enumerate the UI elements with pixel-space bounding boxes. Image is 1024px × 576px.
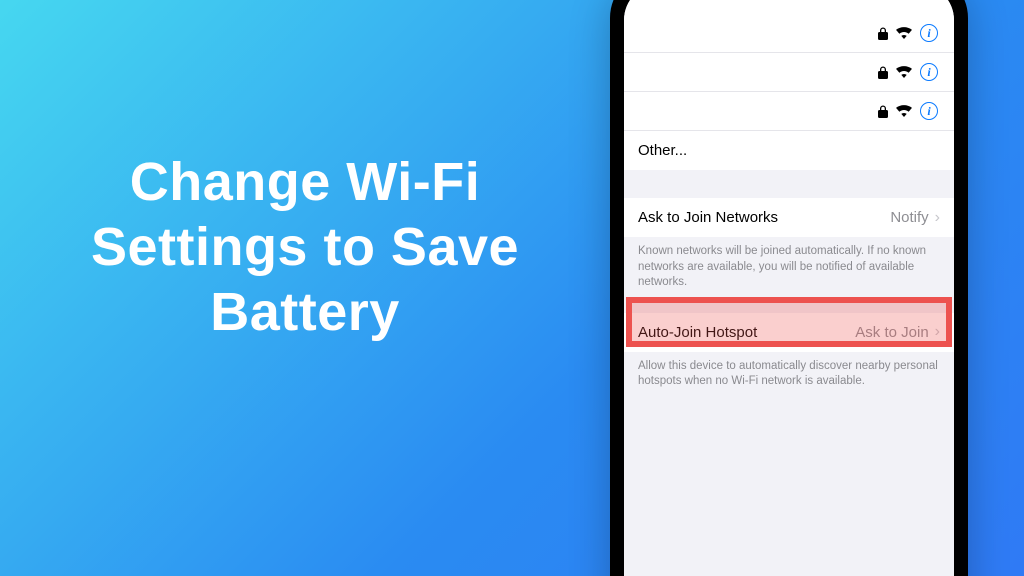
other-label: Other... (638, 142, 940, 159)
info-icon[interactable]: i (920, 102, 938, 120)
auto-hotspot-row[interactable]: Auto-Join Hotspot Ask to Join › (624, 313, 954, 352)
network-icons: i (878, 24, 940, 42)
ask-join-section: Ask to Join Networks Notify › (624, 198, 954, 237)
lock-icon (878, 105, 888, 118)
lock-icon (878, 66, 888, 79)
canvas: Change Wi-Fi Settings to Save Battery i (0, 0, 1024, 576)
other-network-row[interactable]: Other... (624, 130, 954, 170)
lock-icon (878, 27, 888, 40)
wifi-icon (896, 66, 912, 78)
auto-hotspot-section: Auto-Join Hotspot Ask to Join › (624, 313, 954, 352)
network-row[interactable]: i (624, 14, 954, 52)
network-row[interactable]: i (624, 52, 954, 91)
section-spacer (624, 170, 954, 198)
section-spacer (624, 301, 954, 313)
headline-text: Change Wi-Fi Settings to Save Battery (40, 150, 570, 344)
auto-hotspot-footer: Allow this device to automatically disco… (624, 352, 954, 400)
ask-join-value: Notify (890, 209, 928, 226)
network-row[interactable]: i (624, 91, 954, 130)
network-list-section: i i (624, 0, 954, 170)
info-icon[interactable]: i (920, 63, 938, 81)
chevron-right-icon: › (935, 324, 940, 340)
info-icon[interactable]: i (920, 24, 938, 42)
auto-hotspot-label: Auto-Join Hotspot (638, 324, 855, 341)
phone-frame: i i (610, 0, 968, 576)
network-icons: i (878, 63, 940, 81)
ask-join-label: Ask to Join Networks (638, 209, 890, 226)
wifi-icon (896, 105, 912, 117)
phone-screen: i i (624, 0, 954, 576)
chevron-right-icon: › (935, 210, 940, 226)
ask-join-footer: Known networks will be joined automatica… (624, 237, 954, 301)
auto-hotspot-value: Ask to Join (855, 324, 928, 341)
ask-join-row[interactable]: Ask to Join Networks Notify › (624, 198, 954, 237)
network-icons: i (878, 102, 940, 120)
wifi-icon (896, 27, 912, 39)
